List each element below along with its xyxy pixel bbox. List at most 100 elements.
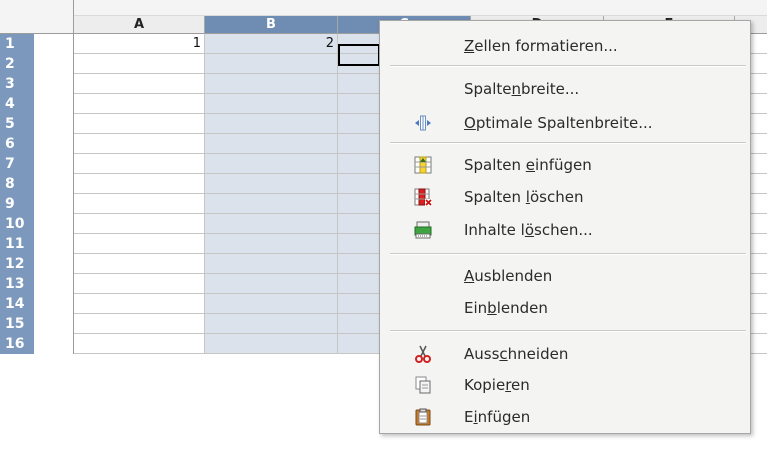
menu-item-show[interactable]: Einblenden (380, 293, 750, 323)
row-number: 14 (0, 294, 34, 314)
row-number: 3 (0, 74, 34, 94)
cell[interactable] (205, 174, 338, 194)
toolbar-strip (0, 0, 767, 16)
row-header[interactable]: 4 (0, 94, 74, 114)
delete-contents-icon (414, 221, 432, 239)
menu-item-label: Inhalte löschen... (464, 221, 593, 239)
cell[interactable]: 1 (74, 34, 205, 54)
row-header-fill (34, 114, 74, 134)
menu-item-label: Spalten löschen (464, 188, 584, 206)
cell[interactable] (205, 334, 338, 354)
row-header[interactable]: 16 (0, 334, 74, 354)
row-header[interactable]: 9 (0, 194, 74, 214)
cell[interactable] (74, 274, 205, 294)
row-header-fill (34, 194, 74, 214)
cell[interactable]: 2 (205, 34, 338, 54)
row-header[interactable]: 2 (0, 54, 74, 74)
cell[interactable] (205, 74, 338, 94)
cell[interactable] (74, 314, 205, 334)
active-cell-cursor (338, 44, 380, 66)
row-number: 5 (0, 114, 34, 134)
row-header-fill (34, 34, 74, 54)
cell[interactable] (74, 114, 205, 134)
cell[interactable] (205, 154, 338, 174)
select-all-corner[interactable] (0, 0, 74, 34)
cell[interactable] (74, 194, 205, 214)
row-number: 13 (0, 274, 34, 294)
row-header[interactable]: 5 (0, 114, 74, 134)
menu-item-delete-contents[interactable]: Inhalte löschen... (380, 215, 750, 245)
row-header[interactable]: 6 (0, 134, 74, 154)
row-header-fill (34, 274, 74, 294)
menu-item-cut[interactable]: Ausschneiden (380, 339, 750, 369)
menu-separator (390, 65, 746, 67)
row-header[interactable]: 7 (0, 154, 74, 174)
menu-item-column-width[interactable]: Spaltenbreite... (380, 74, 750, 104)
row-header[interactable]: 10 (0, 214, 74, 234)
row-number: 2 (0, 54, 34, 74)
menu-item-optimal-column-width[interactable]: Optimale Spaltenbreite... (380, 108, 750, 138)
menu-item-copy[interactable]: Kopieren (380, 370, 750, 400)
row-header-fill (34, 94, 74, 114)
menu-item-label: Optimale Spaltenbreite... (464, 114, 653, 132)
menu-item-hide[interactable]: Ausblenden (380, 261, 750, 291)
menu-item-label: Ausblenden (464, 267, 553, 285)
spreadsheet: A B C D E 12345678910111213141516 12 Zel… (0, 0, 767, 452)
cell[interactable] (205, 94, 338, 114)
row-header[interactable]: 8 (0, 174, 74, 194)
paste-icon (414, 408, 432, 426)
row-header[interactable]: 12 (0, 254, 74, 274)
row-header-fill (34, 334, 74, 354)
cell[interactable] (205, 134, 338, 154)
row-header-fill (34, 214, 74, 234)
cell[interactable] (74, 94, 205, 114)
cell[interactable] (205, 254, 338, 274)
cell[interactable] (74, 334, 205, 354)
row-number: 15 (0, 314, 34, 334)
cell[interactable] (74, 154, 205, 174)
column-header-b[interactable]: B (205, 16, 338, 34)
cell[interactable] (205, 294, 338, 314)
row-header[interactable]: 1 (0, 34, 74, 54)
row-number: 1 (0, 34, 34, 54)
cell[interactable] (205, 214, 338, 234)
insert-columns-icon (414, 156, 432, 174)
cell[interactable] (74, 294, 205, 314)
cell[interactable] (205, 194, 338, 214)
copy-icon (414, 376, 432, 394)
menu-item-format-cells[interactable]: Zellen formatieren... (380, 31, 750, 61)
menu-item-label: Einblenden (464, 299, 548, 317)
menu-item-delete-columns[interactable]: Spalten löschen (380, 182, 750, 212)
menu-item-label: Spaltenbreite... (464, 80, 580, 98)
row-number: 16 (0, 334, 34, 354)
cell[interactable] (74, 54, 205, 74)
row-number: 12 (0, 254, 34, 274)
row-header[interactable]: 13 (0, 274, 74, 294)
cell[interactable] (205, 114, 338, 134)
row-number: 7 (0, 154, 34, 174)
cell[interactable] (74, 134, 205, 154)
row-header-fill (34, 134, 74, 154)
row-header[interactable]: 11 (0, 234, 74, 254)
menu-item-paste[interactable]: Einfügen (380, 402, 750, 432)
cell[interactable] (205, 314, 338, 334)
cell[interactable] (74, 74, 205, 94)
row-header[interactable]: 14 (0, 294, 74, 314)
context-menu: Zellen formatieren... Spaltenbreite... O… (379, 20, 751, 434)
row-number: 11 (0, 234, 34, 254)
menu-item-insert-columns[interactable]: Spalten einfügen (380, 150, 750, 180)
cell[interactable] (74, 254, 205, 274)
cell[interactable] (74, 234, 205, 254)
cell[interactable] (74, 174, 205, 194)
cell[interactable] (74, 214, 205, 234)
column-header-a[interactable]: A (74, 16, 205, 34)
row-header-fill (34, 254, 74, 274)
row-header[interactable]: 15 (0, 314, 74, 334)
row-header-fill (34, 174, 74, 194)
cell[interactable] (205, 54, 338, 74)
menu-item-label: Zellen formatieren... (464, 37, 618, 55)
cell[interactable] (205, 274, 338, 294)
cell[interactable] (205, 234, 338, 254)
row-header[interactable]: 3 (0, 74, 74, 94)
optimal-width-icon (414, 114, 432, 132)
